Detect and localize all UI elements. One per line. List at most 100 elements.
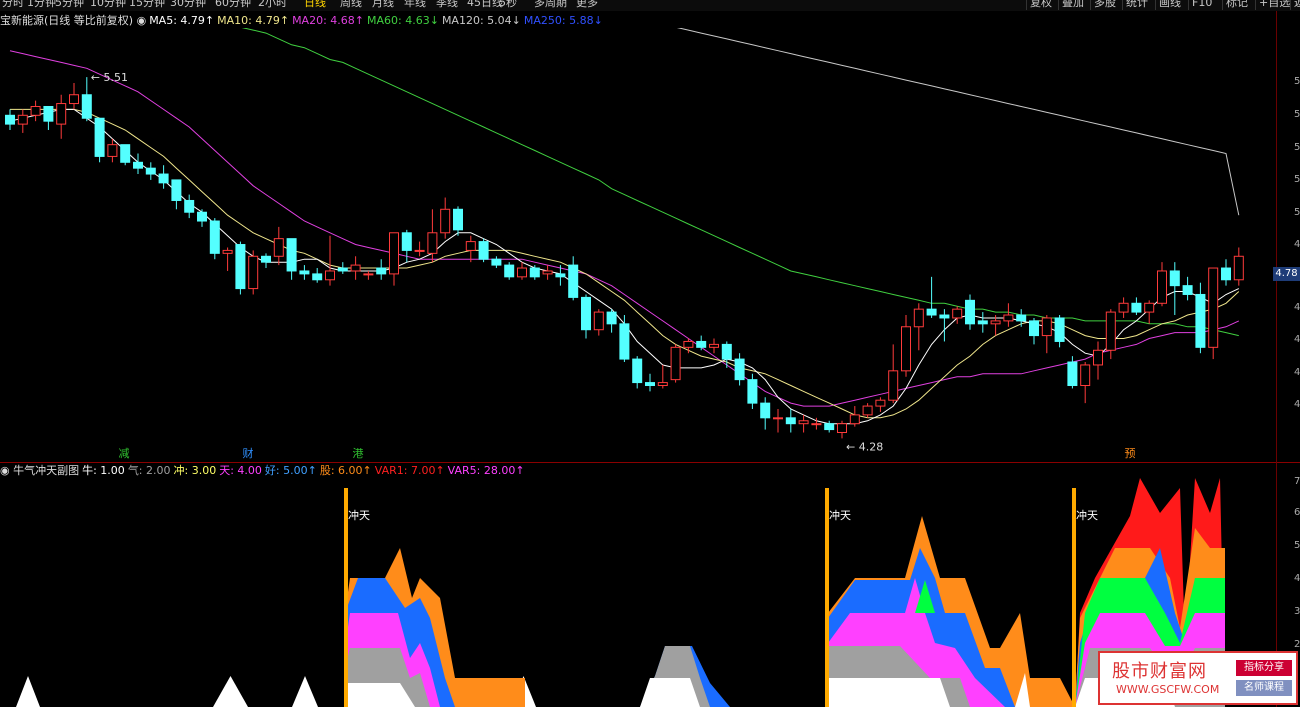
candle[interactable] bbox=[568, 256, 579, 301]
candle[interactable] bbox=[773, 409, 783, 433]
candle[interactable] bbox=[261, 253, 271, 269]
toolbar-button-4[interactable]: 画线 bbox=[1155, 0, 1184, 10]
candle[interactable] bbox=[5, 109, 15, 130]
candle[interactable] bbox=[312, 268, 323, 283]
candle[interactable] bbox=[337, 262, 348, 274]
candle[interactable] bbox=[837, 420, 847, 439]
candle[interactable] bbox=[581, 294, 591, 339]
candle[interactable] bbox=[1118, 297, 1129, 318]
period-tab-1[interactable]: 1分钟 bbox=[27, 0, 56, 10]
candle[interactable] bbox=[1169, 262, 1180, 316]
candle[interactable] bbox=[542, 265, 553, 280]
toolbar-button-7[interactable]: +自选 bbox=[1255, 0, 1293, 10]
period-tab-14[interactable]: 5秒 bbox=[499, 0, 517, 10]
candle[interactable] bbox=[286, 238, 297, 280]
candle[interactable] bbox=[325, 235, 335, 286]
candle[interactable] bbox=[209, 218, 220, 260]
candle[interactable] bbox=[133, 153, 143, 175]
indicator-chart[interactable]: 冲天 冲天 冲天 bbox=[0, 468, 1276, 707]
period-tab-10[interactable]: 月线 bbox=[372, 0, 394, 10]
candle[interactable] bbox=[529, 265, 540, 280]
candle[interactable] bbox=[1003, 303, 1014, 327]
candle[interactable] bbox=[235, 241, 246, 295]
candle[interactable] bbox=[709, 338, 719, 354]
candle[interactable] bbox=[888, 344, 899, 404]
toolbar-button-6[interactable]: 标记 bbox=[1222, 0, 1251, 10]
candle[interactable] bbox=[184, 194, 195, 219]
candle[interactable] bbox=[875, 397, 886, 412]
period-tab-2[interactable]: 5分钟 bbox=[55, 0, 84, 10]
event-marker[interactable]: 财 bbox=[243, 446, 254, 460]
period-tab-7[interactable]: 2小时 bbox=[258, 0, 287, 10]
toolbar-button-8[interactable]: 返 bbox=[1290, 0, 1300, 10]
candle[interactable] bbox=[747, 373, 758, 410]
period-tab-13[interactable]: 45日线 bbox=[467, 0, 503, 10]
candle[interactable] bbox=[1131, 297, 1142, 316]
candle[interactable] bbox=[43, 105, 54, 130]
candle[interactable] bbox=[1144, 300, 1155, 324]
event-marker[interactable]: 港 bbox=[353, 447, 364, 460]
candle[interactable] bbox=[1221, 259, 1231, 286]
candlestick-chart[interactable]: ← 5.51 ← 4.28 减 财 港 预 bbox=[0, 28, 1276, 462]
candle[interactable] bbox=[696, 335, 707, 351]
candle[interactable] bbox=[798, 414, 809, 433]
candle[interactable] bbox=[657, 364, 668, 389]
candle[interactable] bbox=[1233, 247, 1244, 286]
candle[interactable] bbox=[273, 226, 284, 266]
candle[interactable] bbox=[56, 94, 67, 139]
candle[interactable] bbox=[606, 309, 617, 333]
candle[interactable] bbox=[222, 247, 233, 271]
period-tab-8[interactable]: 日线 bbox=[304, 0, 326, 10]
toolbar-button-1[interactable]: 叠加 bbox=[1058, 0, 1087, 10]
candle[interactable] bbox=[785, 409, 796, 433]
candle[interactable] bbox=[145, 162, 156, 180]
candle[interactable] bbox=[1080, 362, 1091, 404]
candle[interactable] bbox=[901, 315, 911, 377]
candle[interactable] bbox=[491, 256, 502, 269]
candle[interactable] bbox=[760, 397, 771, 430]
period-tab-5[interactable]: 30分钟 bbox=[170, 0, 206, 10]
candle[interactable] bbox=[517, 262, 527, 280]
candle[interactable] bbox=[1208, 267, 1219, 360]
period-tab-3[interactable]: 10分钟 bbox=[90, 0, 126, 10]
candle[interactable] bbox=[1093, 341, 1103, 380]
period-tab-0[interactable]: 分时 bbox=[2, 0, 24, 10]
candle[interactable] bbox=[478, 238, 489, 263]
candle[interactable] bbox=[1195, 282, 1206, 354]
event-marker[interactable]: 减 bbox=[119, 447, 130, 460]
candle[interactable] bbox=[965, 294, 975, 330]
period-tab-9[interactable]: 周线 bbox=[340, 0, 362, 10]
candle[interactable] bbox=[670, 344, 681, 383]
candle[interactable] bbox=[17, 109, 28, 133]
period-tab-12[interactable]: 季线 bbox=[436, 0, 458, 10]
candle[interactable] bbox=[1016, 309, 1027, 327]
candle[interactable] bbox=[913, 303, 924, 351]
candle[interactable] bbox=[453, 206, 463, 236]
candle[interactable] bbox=[376, 259, 387, 280]
candle[interactable] bbox=[94, 117, 105, 163]
candle[interactable] bbox=[363, 270, 374, 280]
candle[interactable] bbox=[504, 262, 515, 280]
candle[interactable] bbox=[1029, 317, 1039, 345]
candle[interactable] bbox=[30, 100, 41, 122]
period-tab-6[interactable]: 60分钟 bbox=[215, 0, 251, 10]
candle[interactable] bbox=[1054, 315, 1065, 348]
candle[interactable] bbox=[593, 309, 604, 336]
candle[interactable] bbox=[939, 309, 950, 342]
candle[interactable] bbox=[1157, 262, 1167, 307]
candle[interactable] bbox=[389, 232, 399, 286]
candle[interactable] bbox=[849, 406, 860, 427]
candle[interactable] bbox=[1105, 309, 1116, 360]
candle[interactable] bbox=[414, 241, 425, 257]
toolbar-button-3[interactable]: 统计 bbox=[1122, 0, 1151, 10]
candle[interactable] bbox=[197, 209, 207, 227]
candle[interactable] bbox=[555, 265, 566, 286]
toolbar-button-2[interactable]: 多股 bbox=[1090, 0, 1119, 10]
period-tab-15[interactable]: 多周期 bbox=[534, 0, 567, 10]
candle[interactable] bbox=[977, 312, 988, 333]
toolbar-button-5[interactable]: F10 bbox=[1188, 0, 1215, 10]
candle[interactable] bbox=[862, 403, 873, 418]
candle[interactable] bbox=[632, 356, 643, 389]
candle[interactable] bbox=[619, 315, 630, 363]
toolbar-button-0[interactable]: 复权 bbox=[1026, 0, 1055, 10]
